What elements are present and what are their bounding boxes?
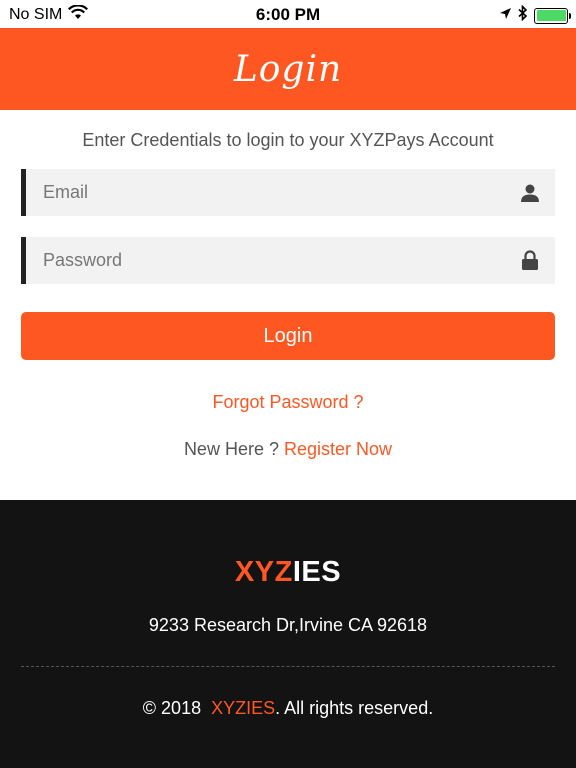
location-arrow-icon	[499, 7, 512, 25]
brand-accent: XYZ	[234, 556, 293, 588]
lock-icon	[519, 250, 541, 272]
copyright-brand: XYZIES	[211, 698, 276, 718]
new-here-label: New Here ?	[183, 439, 279, 459]
status-time: 6:00 PM	[255, 5, 321, 24]
email-field[interactable]	[21, 169, 555, 216]
footer-address: 9233 Research Dr,Irvine CA 92618	[148, 615, 428, 635]
login-button[interactable]: Login	[21, 312, 555, 360]
status-bar: No SIM 6:00 PM	[0, 0, 576, 28]
footer-brand-logo: XYZIES	[0, 556, 576, 589]
battery-icon	[534, 7, 571, 24]
forgot-password-link[interactable]: Forgot Password ?	[0, 392, 576, 413]
login-subtitle: Enter Credentials to login to your XYZPa…	[82, 130, 494, 150]
page-title: Login	[233, 48, 343, 90]
footer-copyright: © 2018 XYZIES. All rights reserved.	[0, 698, 576, 719]
user-icon	[519, 182, 541, 204]
footer: XYZIES 9233 Research Dr,Irvine CA 92618 …	[0, 500, 576, 768]
header-bar: Login	[0, 28, 576, 110]
password-input[interactable]	[43, 250, 519, 271]
brand-rest: IES	[292, 556, 342, 588]
bluetooth-icon	[518, 4, 528, 26]
register-line: New Here ? Register Now	[0, 439, 576, 460]
register-now-link[interactable]: Register Now	[284, 439, 392, 459]
password-field[interactable]	[21, 237, 555, 284]
footer-divider	[21, 666, 555, 667]
copyright-suffix: . All rights reserved.	[275, 698, 434, 718]
email-input[interactable]	[43, 182, 519, 203]
copyright-prefix: © 2018	[142, 698, 202, 718]
status-right	[499, 4, 571, 26]
